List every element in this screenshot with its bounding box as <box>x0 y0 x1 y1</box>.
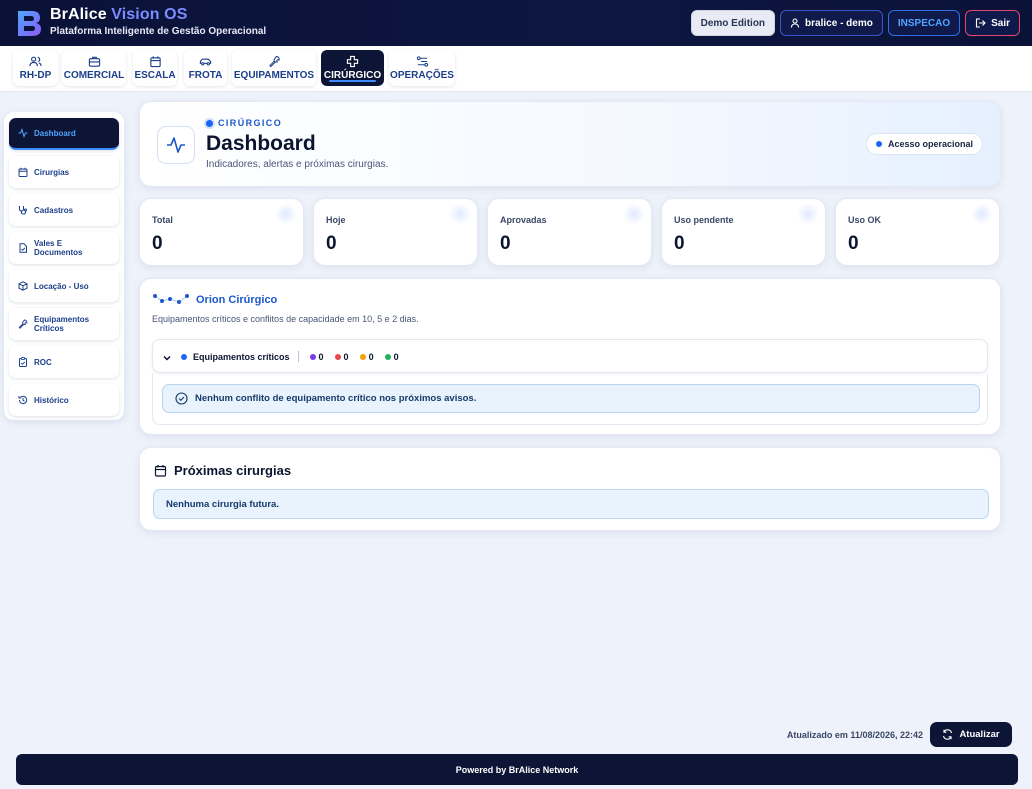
stat-value: 0 <box>326 233 337 254</box>
wrench-icon <box>18 319 28 329</box>
module-tab-frota[interactable]: FROTA <box>184 50 227 86</box>
empty-state-notice: Nenhuma cirurgia futura. <box>153 489 989 519</box>
medical-cross-icon <box>346 55 359 68</box>
stat-card-uso-pendente: Uso pendente 0 <box>661 198 826 266</box>
refresh-icon <box>943 729 953 740</box>
module-tab-operacoes[interactable]: OPERAÇÕES <box>389 50 455 86</box>
user-button[interactable]: bralice - demo <box>780 10 883 36</box>
activity-icon <box>18 128 28 138</box>
workflow-icon <box>416 56 428 67</box>
refresh-button[interactable]: Atualizar <box>930 722 1012 747</box>
logout-icon <box>976 18 986 28</box>
box-icon <box>18 281 28 291</box>
module-tab-comercial[interactable]: COMERCIAL <box>62 50 126 86</box>
counter-purple: 0 <box>309 352 324 362</box>
sidebar-item-cirurgias[interactable]: Cirurgias <box>9 156 119 188</box>
stat-label: Uso pendente <box>674 215 734 225</box>
history-icon <box>18 395 28 405</box>
check-circle-icon <box>175 392 188 405</box>
status-dot <box>181 353 187 360</box>
page-subtitle: Indicadores, alertas e próximas cirurgia… <box>206 159 389 170</box>
app-subtitle: Plataforma Inteligente de Gestão Operaci… <box>50 26 267 37</box>
stat-label: Total <box>152 215 173 225</box>
section-kicker: CIRÚRGICO <box>206 118 282 128</box>
sidebar: Dashboard Cirurgias Cadastros Vales E Do… <box>4 112 124 420</box>
calendar-icon <box>149 56 161 68</box>
counter-green: 0 <box>384 352 399 362</box>
stat-value: 0 <box>674 233 685 254</box>
constellation-icon <box>153 294 189 304</box>
dashboard-hero: CIRÚRGICO Dashboard Indicadores, alertas… <box>139 101 1001 187</box>
access-badge: Acesso operacional <box>865 133 983 155</box>
critical-equipment-accordion[interactable]: Equipamentos críticos 0 0 0 0 <box>152 339 988 373</box>
sidebar-item-historico[interactable]: Histórico <box>9 384 119 416</box>
sidebar-item-roc[interactable]: ROC <box>9 346 119 378</box>
calendar-icon <box>154 465 167 477</box>
stat-value: 0 <box>500 233 511 254</box>
module-tab-cirurgico[interactable]: CIRÚRGICO <box>321 50 384 86</box>
stat-card-aprovadas: Aprovadas 0 <box>487 198 652 266</box>
stat-value: 0 <box>848 233 859 254</box>
users-icon <box>29 56 42 67</box>
last-updated: Atualizado em 11/08/2026, 22:42 <box>786 730 923 740</box>
module-label: FROTA <box>188 70 223 81</box>
stat-card-hoje: Hoje 0 <box>313 198 478 266</box>
page-title: Dashboard <box>206 132 316 155</box>
demo-edition-badge[interactable]: Demo Edition <box>690 10 776 36</box>
counter-red: 0 <box>334 352 349 362</box>
orion-subtitle: Equipamentos críticos e conflitos de cap… <box>152 314 419 324</box>
sidebar-item-vales-documentos[interactable]: Vales E Documentos <box>9 232 119 264</box>
sidebar-item-equipamentos-criticos[interactable]: Equipamentos Críticos <box>9 308 119 340</box>
module-nav: RH-DP COMERCIAL ESCALA FROTA EQUIPAMENTO… <box>0 46 1032 92</box>
calendar-icon <box>18 167 28 177</box>
sidebar-item-locacao-uso[interactable]: Locação - Uso <box>9 270 119 302</box>
orion-title: Orion Cirúrgico <box>196 294 278 306</box>
section-title: Próximas cirurgias <box>174 463 292 478</box>
sidebar-item-cadastros[interactable]: Cadastros <box>9 194 119 226</box>
car-icon <box>199 58 212 66</box>
accordion-label: Equipamentos críticos <box>193 351 290 362</box>
module-tab-equipamentos[interactable]: EQUIPAMENTOS <box>232 50 316 86</box>
module-tab-escala[interactable]: ESCALA <box>133 50 177 86</box>
top-header: BrAlice Vision OS Plataforma Inteligente… <box>0 0 1032 46</box>
divider <box>297 351 299 362</box>
stat-label: Hoje <box>326 215 346 225</box>
clipboard-icon <box>19 357 27 367</box>
module-label: OPERAÇÕES <box>390 70 454 81</box>
module-label: EQUIPAMENTOS <box>233 70 315 81</box>
app-title: BrAlice Vision OS <box>50 6 188 23</box>
module-tab-rh-dp[interactable]: RH-DP <box>13 50 58 86</box>
stat-value: 0 <box>152 233 163 254</box>
stat-label: Uso OK <box>848 215 882 225</box>
bralice-logo-icon <box>18 11 41 36</box>
role-button[interactable]: INSPECAO <box>887 10 961 36</box>
briefcase-icon <box>88 56 100 67</box>
activity-icon <box>157 126 195 164</box>
stat-card-total: Total 0 <box>139 198 304 266</box>
footer-bar: Powered by BrAlice Network <box>16 754 1018 785</box>
wrench-icon <box>268 55 280 68</box>
no-conflict-notice: Nenhum conflito de equipamento crítico n… <box>162 384 980 413</box>
orion-panel: Orion Cirúrgico Equipamentos críticos e … <box>139 278 1001 435</box>
active-tab-indicator <box>329 80 376 82</box>
upcoming-surgeries-panel: Próximas cirurgias Nenhuma cirurgia futu… <box>139 447 1001 531</box>
counter-orange: 0 <box>359 352 374 362</box>
stethoscope-icon <box>19 206 27 215</box>
sidebar-item-dashboard[interactable]: Dashboard <box>9 118 119 150</box>
user-icon <box>790 18 800 28</box>
kicker-dot <box>206 119 213 127</box>
stat-card-uso-ok: Uso OK 0 <box>835 198 1000 266</box>
brand: BrAlice Vision OS Plataforma Inteligente… <box>50 6 266 37</box>
logout-button[interactable]: Sair <box>965 10 1020 36</box>
module-label: ESCALA <box>134 70 176 81</box>
powered-by: Powered by BrAlice Network <box>455 764 579 775</box>
stat-label: Aprovadas <box>500 215 547 225</box>
chevron-down-icon[interactable] <box>163 354 171 362</box>
document-check-icon <box>19 243 27 253</box>
module-label: RH-DP <box>19 70 52 81</box>
status-dot <box>875 141 882 147</box>
module-label: COMERCIAL <box>63 70 125 81</box>
